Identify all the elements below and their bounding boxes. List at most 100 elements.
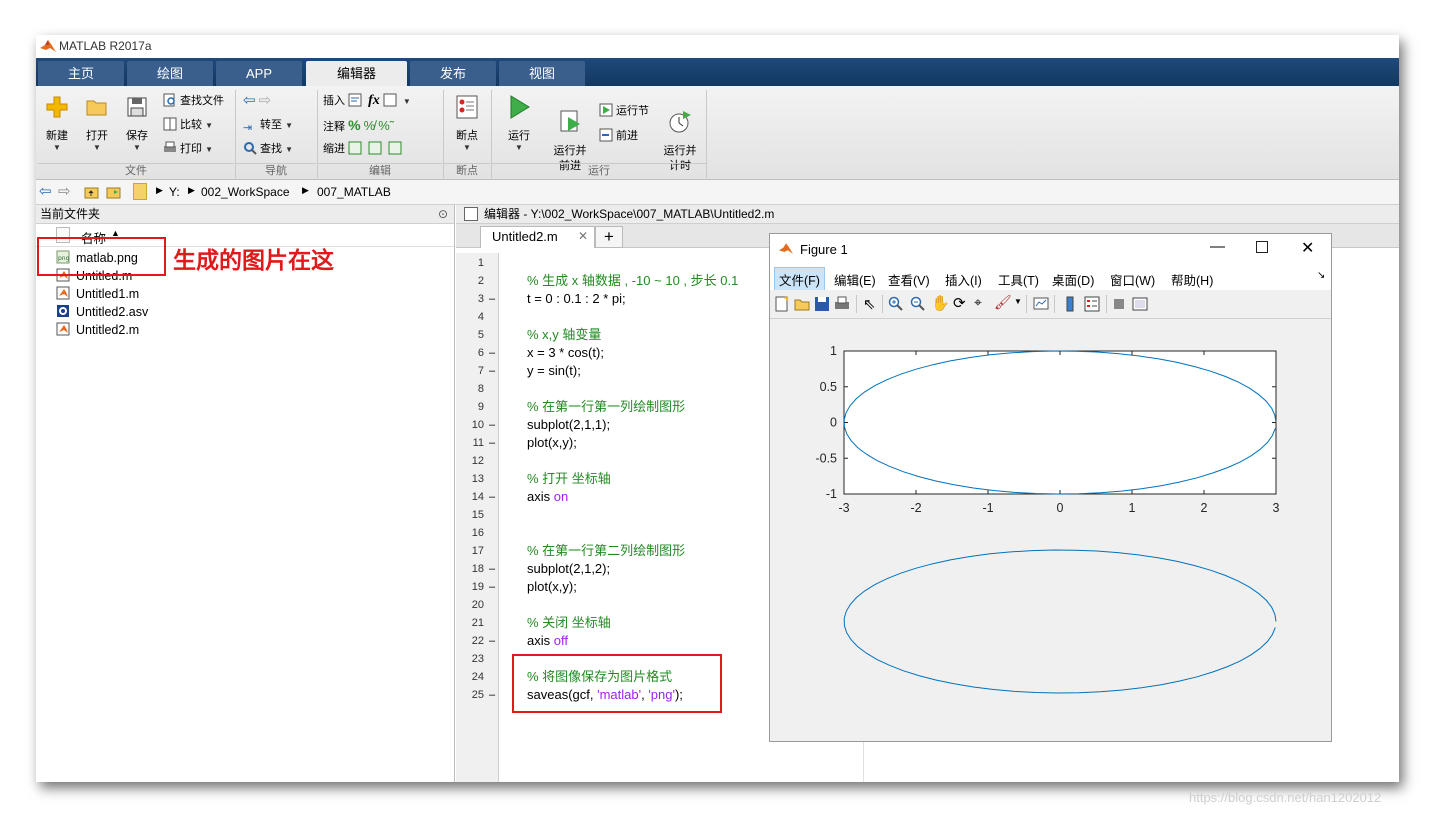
line-number: 17 (471, 545, 484, 557)
code-line[interactable]: % 在第一行第一列绘制图形 (527, 398, 685, 416)
hide-plot-tools-icon[interactable] (1114, 299, 1124, 309)
executable-line-marker[interactable]: – (489, 344, 495, 362)
menu-window[interactable]: 窗口(W) (1110, 270, 1155, 289)
code-line[interactable]: t = 0 : 0.1 : 2 * pi; (527, 290, 626, 308)
pan-hand-icon[interactable]: ✋ (931, 294, 950, 312)
save-button[interactable]: 保存 ▼ (122, 94, 152, 152)
brush-dropdown-icon[interactable]: ▼ (1014, 297, 1022, 306)
show-plot-tools-icon[interactable] (1132, 296, 1148, 312)
menu-desktop[interactable]: 桌面(D) (1052, 270, 1094, 289)
close-tab-icon[interactable]: ✕ (578, 229, 588, 243)
executable-line-marker[interactable]: – (489, 434, 495, 452)
code-line[interactable]: plot(x,y); (527, 434, 577, 452)
new-button[interactable]: 新建 ▼ (42, 94, 72, 152)
find-files-label: 查找文件 (180, 95, 224, 107)
editor-tab-untitled2[interactable]: Untitled2.m ✕ (480, 226, 595, 248)
executable-line-marker[interactable]: – (489, 578, 495, 596)
menu-overflow-icon[interactable]: ↘ (1317, 270, 1325, 281)
new-tab-plus-icon[interactable]: + (595, 226, 623, 248)
tab-apps[interactable]: APP (216, 61, 302, 86)
colorbar-icon[interactable] (1062, 296, 1078, 312)
brush-icon[interactable]: 🖌 (994, 294, 1012, 311)
file-item-asv[interactable]: Untitled2.asv (56, 303, 148, 321)
code-line[interactable]: % x,y 轴变量 (527, 326, 601, 344)
crumb-matlab[interactable]: 007_MATLAB (317, 185, 391, 199)
file-item-m[interactable]: Untitled1.m (56, 285, 139, 303)
goto-button[interactable]: ⇥ 转至 ▼ (243, 116, 293, 134)
tab-publish[interactable]: 发布 (410, 61, 496, 86)
new-figure-icon[interactable] (774, 296, 790, 312)
browse-folder-icon[interactable] (106, 185, 121, 199)
run-section-button[interactable]: 运行节 (599, 102, 649, 120)
indent-button[interactable]: 缩进 (323, 140, 405, 158)
menu-file[interactable]: 文件(F) (774, 267, 825, 292)
data-cursor-icon[interactable]: ⌖ (974, 294, 982, 311)
code-line[interactable]: subplot(2,1,2); (527, 560, 610, 578)
y-tick-label: -0.5 (815, 451, 837, 465)
tab-plots[interactable]: 绘图 (127, 61, 213, 86)
y-tick-label: -1 (826, 487, 837, 501)
rotate-3d-icon[interactable]: ⟳ (953, 294, 966, 312)
code-line[interactable]: x = 3 * cos(t); (527, 344, 604, 362)
executable-line-marker[interactable]: – (489, 488, 495, 506)
menu-insert[interactable]: 插入(I) (945, 270, 982, 289)
breakpoints-button[interactable]: 断点 ▼ (451, 94, 483, 152)
executable-line-marker[interactable]: – (489, 290, 495, 308)
maximize-icon[interactable] (1256, 241, 1268, 253)
tab-editor[interactable]: 编辑器 (306, 61, 407, 86)
close-window-icon[interactable]: ✕ (1301, 238, 1314, 258)
executable-line-marker[interactable]: – (489, 560, 495, 578)
tab-home[interactable]: 主页 (38, 61, 124, 86)
legend-icon[interactable] (1084, 296, 1100, 312)
pane-menu-icon[interactable]: ⊙ (438, 205, 448, 223)
find-icon (244, 142, 257, 155)
open-file-icon[interactable] (794, 296, 810, 312)
new-label: 新建 (46, 130, 68, 142)
print-button[interactable]: 打印 ▼ (163, 140, 213, 158)
code-line[interactable]: % 生成 x 轴数据 , -10 ~ 10 , 步长 0.1 (527, 272, 738, 290)
zoom-in-icon[interactable] (888, 296, 904, 312)
tab-view[interactable]: 视图 (499, 61, 585, 86)
crumb-workspace[interactable]: 002_WorkSpace (201, 185, 290, 199)
code-line[interactable]: plot(x,y); (527, 578, 577, 596)
menu-help[interactable]: 帮助(H) (1171, 270, 1213, 289)
print-figure-icon[interactable] (834, 296, 850, 312)
pointer-icon[interactable]: ⇖ (863, 295, 876, 313)
executable-line-marker[interactable]: – (489, 686, 495, 704)
code-line[interactable]: % 在第一行第二列绘制图形 (527, 542, 685, 560)
executable-line-marker[interactable]: – (489, 362, 495, 380)
figure-menu-bar: 文件(F) 编辑(E) 查看(V) 插入(I) 工具(T) 桌面(D) 窗口(W… (770, 265, 1331, 292)
forward-arrow-icon[interactable]: ⇨ (58, 182, 71, 200)
find-files-button[interactable]: 查找文件 (163, 92, 224, 110)
smart-indent-icon (348, 141, 362, 155)
link-plot-icon[interactable] (1033, 296, 1049, 312)
x-tick-label: -2 (910, 501, 921, 515)
save-figure-icon[interactable] (814, 296, 830, 312)
minimize-icon[interactable]: — (1210, 238, 1225, 255)
menu-view[interactable]: 查看(V) (888, 270, 930, 289)
executable-line-marker[interactable]: – (489, 416, 495, 434)
menu-edit[interactable]: 编辑(E) (834, 270, 876, 289)
up-folder-icon[interactable] (84, 185, 99, 199)
code-line[interactable]: axis on (527, 488, 568, 506)
back-arrow-icon[interactable]: ⇦ (39, 182, 52, 200)
zoom-out-icon[interactable] (910, 296, 926, 312)
back-forward-nav[interactable]: ⇦ ⇨ (243, 92, 271, 110)
code-line[interactable]: y = sin(t); (527, 362, 581, 380)
code-line[interactable]: % 关闭 坐标轴 (527, 614, 611, 632)
executable-line-marker[interactable]: – (489, 632, 495, 650)
file-item-m[interactable]: Untitled2.m (56, 321, 139, 339)
advance-button[interactable]: 前进 (599, 127, 638, 145)
comment-button[interactable]: 注释 % %̸ %̃ (323, 116, 390, 134)
crumb-drive[interactable]: Y: (169, 185, 180, 199)
navigate-group-label: 导航 (236, 163, 316, 179)
code-line[interactable]: % 打开 坐标轴 (527, 470, 611, 488)
insert-button[interactable]: 插入 fx ▼ (323, 92, 411, 110)
run-button[interactable]: 运行 ▼ (502, 94, 536, 152)
open-button[interactable]: 打开 ▼ (82, 94, 112, 152)
code-line[interactable]: axis off (527, 632, 568, 650)
menu-tools[interactable]: 工具(T) (998, 270, 1039, 289)
find-button[interactable]: 查找 ▼ (243, 140, 293, 158)
compare-button[interactable]: 比较 ▼ (163, 116, 213, 134)
code-line[interactable]: subplot(2,1,1); (527, 416, 610, 434)
